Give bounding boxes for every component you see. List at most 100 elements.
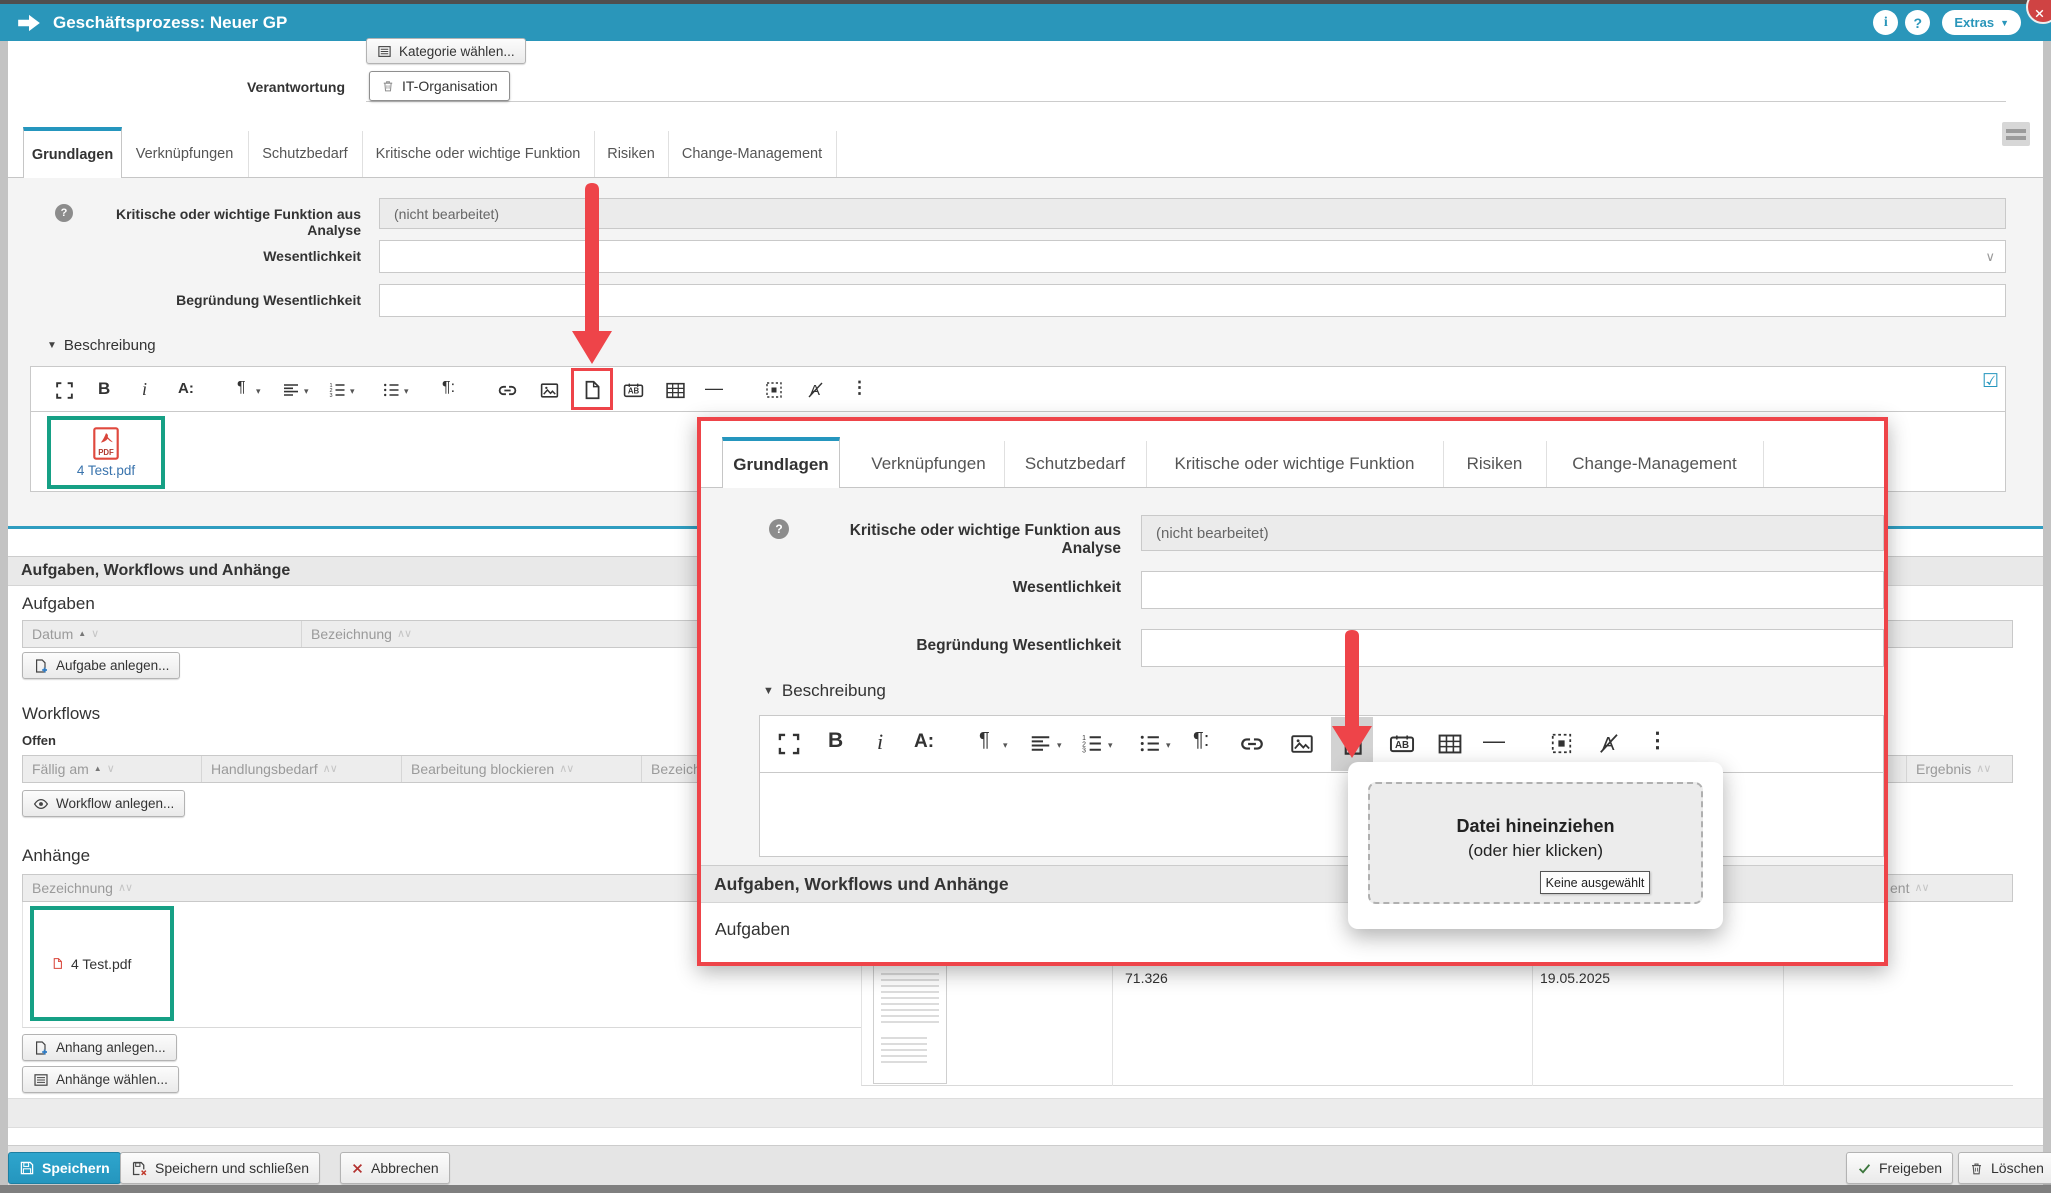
ordered-list-icon[interactable] xyxy=(1079,731,1104,756)
column-label: Datum xyxy=(32,626,73,642)
kritische-funktion-value: (nicht bearbeitet) xyxy=(394,206,499,222)
spellcheck-checkbox[interactable]: ☑ xyxy=(1982,372,1999,391)
aufgabe-anlegen-button[interactable]: Aufgabe anlegen... xyxy=(22,652,180,679)
beschreibung-toggle[interactable]: ▼ Beschreibung xyxy=(47,337,156,354)
file-select-button[interactable]: Keine ausgewählt xyxy=(1540,871,1650,894)
new-file-icon xyxy=(33,1040,49,1056)
wesentlichkeit-select[interactable] xyxy=(1141,571,1884,609)
help-icon: ? xyxy=(1914,15,1923,31)
column-header-ergebnis[interactable]: Ergebnis ∧∨ xyxy=(1906,756,2012,782)
section-title: Aufgaben, Workflows und Anhänge xyxy=(21,562,290,580)
special-char-icon[interactable] xyxy=(764,380,784,400)
ordered-list-icon[interactable] xyxy=(327,380,347,400)
more-options-icon[interactable]: ⋮ xyxy=(851,378,868,398)
anhang-cell[interactable]: 4 Test.pdf xyxy=(34,910,170,1017)
help-button[interactable]: ? xyxy=(1905,10,1930,35)
anhaenge-waehlen-button[interactable]: Anhänge wählen... xyxy=(22,1066,179,1093)
thumbnail-text-lines xyxy=(881,973,939,1027)
paragraph-format-icon[interactable]: ¶ xyxy=(237,379,246,397)
verantwortung-chip[interactable]: IT-Organisation xyxy=(369,71,510,101)
speichern-schliessen-button[interactable]: Speichern und schließen xyxy=(120,1152,320,1184)
column-header-datum[interactable]: Datum ▲∨ xyxy=(23,621,301,647)
italic-icon[interactable]: i xyxy=(142,379,147,400)
field-help-icon[interactable]: ? xyxy=(769,519,789,539)
chevron-down-icon[interactable]: ▾ xyxy=(1003,741,1008,750)
insert-image-icon[interactable] xyxy=(1289,731,1315,757)
bold-icon[interactable]: B xyxy=(828,729,843,753)
fullscreen-icon[interactable] xyxy=(776,731,802,757)
bullet-list-icon[interactable] xyxy=(1137,731,1162,756)
column-header-faellig-am[interactable]: Fällig am ▲∨ xyxy=(23,756,201,782)
column-label: ent xyxy=(1890,880,1909,896)
fullscreen-icon[interactable] xyxy=(54,380,75,401)
chevron-down-icon[interactable]: ▾ xyxy=(404,387,409,396)
beschreibung-toggle[interactable]: ▼ Beschreibung xyxy=(763,681,886,701)
extras-button[interactable]: Extras ▼ xyxy=(1942,10,2021,35)
horizontal-rule-icon[interactable]: — xyxy=(1483,728,1505,754)
tab-verknuepfungen[interactable]: Verknüpfungen xyxy=(121,131,249,177)
kategorie-waehlen-button[interactable]: Kategorie wählen... xyxy=(366,38,526,64)
clear-format-icon[interactable] xyxy=(806,380,826,400)
info-button[interactable]: i xyxy=(1873,10,1898,35)
bold-icon[interactable]: B xyxy=(98,379,110,399)
chevron-down-icon[interactable]: ▾ xyxy=(256,387,261,396)
paragraph-format-icon[interactable]: ¶ xyxy=(979,729,990,752)
chevron-down-icon[interactable]: ▾ xyxy=(1166,741,1171,750)
column-header-bearbeitung-blockieren[interactable]: Bearbeitung blockieren ∧∨ xyxy=(401,756,641,782)
overlay-tab-grundlagen[interactable]: Grundlagen xyxy=(722,437,840,488)
begruendung-field[interactable] xyxy=(379,284,2006,317)
italic-icon[interactable]: i xyxy=(877,729,883,755)
speichern-button[interactable]: Speichern xyxy=(8,1152,121,1184)
tab-change-management[interactable]: Change-Management xyxy=(668,131,837,177)
more-options-icon[interactable]: ⋮ xyxy=(1647,728,1668,753)
overlay-tab-change-management[interactable]: Change-Management xyxy=(1546,441,1764,487)
begruendung-field[interactable] xyxy=(1141,629,1884,667)
overlay-tab-verknuepfungen[interactable]: Verknüpfungen xyxy=(853,441,1005,487)
overlay-tab-schutzbedarf[interactable]: Schutzbedarf xyxy=(1004,441,1147,487)
find-replace-icon[interactable] xyxy=(623,380,644,401)
special-char-icon[interactable] xyxy=(1549,731,1574,756)
cancel-x-icon xyxy=(351,1162,364,1175)
tab-risiken[interactable]: Risiken xyxy=(594,131,669,177)
insert-table-icon[interactable] xyxy=(665,380,686,401)
insert-table-icon[interactable] xyxy=(1437,731,1463,757)
document-thumbnail[interactable] xyxy=(873,964,947,1084)
chevron-down-icon[interactable]: ▾ xyxy=(1057,741,1062,750)
loeschen-button[interactable]: Löschen xyxy=(1958,1152,2051,1184)
anhang-anlegen-button[interactable]: Anhang anlegen... xyxy=(22,1034,177,1061)
tab-grundlagen[interactable]: Grundlagen xyxy=(23,127,122,178)
font-size-icon[interactable]: A: xyxy=(178,380,194,397)
tab-label: Schutzbedarf xyxy=(262,146,347,162)
tab-label: Change-Management xyxy=(682,146,822,162)
find-replace-icon[interactable] xyxy=(1389,731,1415,757)
freigeben-button[interactable]: Freigeben xyxy=(1846,1152,1953,1184)
trash-icon[interactable] xyxy=(381,79,395,93)
workflow-anlegen-button[interactable]: Workflow anlegen... xyxy=(22,790,185,817)
chevron-down-icon[interactable]: ∨ xyxy=(1985,249,1995,265)
attachment-item[interactable]: 4 Test.pdf xyxy=(51,420,161,485)
view-toggle-button[interactable] xyxy=(2002,122,2030,146)
overlay-tab-risiken[interactable]: Risiken xyxy=(1443,441,1547,487)
paragraph-style-icon[interactable]: ¶: xyxy=(442,379,455,397)
chevron-down-icon[interactable]: ▾ xyxy=(304,387,309,396)
align-icon[interactable] xyxy=(281,380,301,400)
chevron-down-icon[interactable]: ▾ xyxy=(1108,741,1113,750)
link-icon[interactable] xyxy=(1239,731,1265,757)
wesentlichkeit-select[interactable]: ∨ xyxy=(379,240,2006,273)
clear-format-icon[interactable] xyxy=(1597,731,1622,756)
file-dropzone[interactable]: Datei hineinziehen (oder hier klicken) xyxy=(1368,782,1703,904)
bullet-list-icon[interactable] xyxy=(381,380,401,400)
tab-schutzbedarf[interactable]: Schutzbedarf xyxy=(248,131,363,177)
abbrechen-button[interactable]: Abbrechen xyxy=(340,1152,450,1184)
overlay-tab-kritische-funktion[interactable]: Kritische oder wichtige Funktion xyxy=(1146,441,1444,487)
link-icon[interactable] xyxy=(497,380,518,401)
font-size-icon[interactable]: A: xyxy=(914,731,934,753)
sort-asc-icon: ▲ xyxy=(94,765,102,773)
chevron-down-icon[interactable]: ▾ xyxy=(350,387,355,396)
align-icon[interactable] xyxy=(1028,731,1053,756)
column-header-handlungsbedarf[interactable]: Handlungsbedarf ∧∨ xyxy=(201,756,401,782)
paragraph-style-icon[interactable]: ¶: xyxy=(1193,729,1209,752)
horizontal-rule-icon[interactable]: — xyxy=(705,378,723,399)
insert-image-icon[interactable] xyxy=(539,380,560,401)
tab-kritische-funktion[interactable]: Kritische oder wichtige Funktion xyxy=(362,131,595,177)
